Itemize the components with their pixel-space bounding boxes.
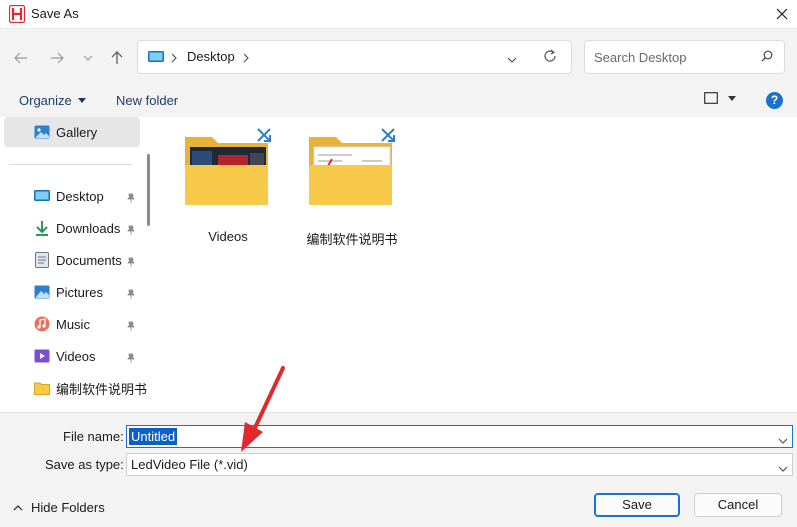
pin-icon xyxy=(126,223,136,238)
command-bar: Organize New folder ? xyxy=(0,84,797,117)
save-as-type-select[interactable]: LedVideo File (*.vid) xyxy=(126,453,793,476)
chevron-down-icon xyxy=(778,460,788,475)
pin-icon xyxy=(126,287,136,302)
sidebar-item-documents[interactable]: Documents xyxy=(34,249,122,271)
help-icon: ? xyxy=(770,93,779,107)
sidebar-item-pictures[interactable]: Pictures xyxy=(34,281,103,303)
sidebar-item-label: Documents xyxy=(56,252,122,268)
sidebar-item-manual-folder[interactable]: 编制软件说明书 xyxy=(34,377,147,399)
videos-icon xyxy=(34,348,50,364)
up-button[interactable] xyxy=(105,47,129,69)
sidebar-item-music[interactable]: Music xyxy=(34,313,90,335)
new-folder-button[interactable]: New folder xyxy=(116,93,178,108)
arrow-right-icon xyxy=(51,52,64,64)
sidebar-item-label: Desktop xyxy=(56,188,104,204)
arrow-left-icon xyxy=(14,52,27,64)
folder-icon xyxy=(34,380,50,396)
sidebar-item-label: 编制软件说明书 xyxy=(56,381,148,397)
folder-item-videos[interactable]: Videos xyxy=(178,125,278,245)
sidebar-divider xyxy=(9,164,132,165)
folder-icon xyxy=(309,128,395,205)
caret-down-icon xyxy=(77,98,86,103)
sidebar-item-videos[interactable]: Videos xyxy=(34,345,96,367)
chevron-down-icon[interactable] xyxy=(778,432,788,447)
chevron-up-icon xyxy=(13,504,23,510)
search-icon[interactable] xyxy=(761,50,773,65)
change-view-button[interactable] xyxy=(704,92,736,104)
desktop-icon xyxy=(34,188,50,204)
file-name-value: Untitled xyxy=(129,428,178,445)
chevron-right-icon xyxy=(171,51,177,66)
back-button[interactable] xyxy=(9,47,33,69)
window-title: Save As xyxy=(31,6,79,21)
save-options-panel: File name: Untitled Save as type: LedVid… xyxy=(0,412,797,527)
sidebar-item-desktop[interactable]: Desktop xyxy=(34,185,104,207)
save-as-type-value: LedVideo File (*.vid) xyxy=(131,457,248,472)
computer-icon xyxy=(148,51,164,66)
save-as-type-label: Save as type: xyxy=(45,457,124,472)
recent-locations-button[interactable] xyxy=(76,47,100,69)
folder-label: 编制软件说明书 xyxy=(306,232,398,247)
save-button[interactable]: Save xyxy=(594,493,680,517)
pin-icon xyxy=(126,351,136,366)
breadcrumb-desktop[interactable]: Desktop xyxy=(187,49,235,64)
forward-button[interactable] xyxy=(45,47,69,69)
refresh-button[interactable] xyxy=(543,49,557,66)
file-name-label: File name: xyxy=(63,429,124,444)
sidebar-item-label: Gallery xyxy=(56,124,98,140)
address-history-button[interactable] xyxy=(507,51,517,66)
hide-folders-button[interactable]: Hide Folders xyxy=(13,500,105,515)
pictures-icon xyxy=(34,284,50,300)
gallery-icon xyxy=(34,124,50,140)
folder-icon xyxy=(185,128,271,205)
sidebar-item-label: Videos xyxy=(56,348,96,364)
organize-label: Organize xyxy=(19,93,72,108)
sidebar-scrollbar[interactable] xyxy=(147,154,150,226)
help-button[interactable]: ? xyxy=(766,92,783,109)
sidebar-item-gallery[interactable]: Gallery xyxy=(4,117,140,147)
pin-icon xyxy=(126,255,136,270)
close-button[interactable] xyxy=(770,2,794,26)
navigation-bar: Desktop xyxy=(0,28,797,84)
sidebar-item-label: Music xyxy=(56,316,90,332)
chevron-down-icon xyxy=(83,55,93,61)
folder-label: Videos xyxy=(208,229,248,244)
pin-icon xyxy=(126,319,136,334)
caret-down-icon xyxy=(728,95,736,101)
breadcrumb-chevron-icon[interactable] xyxy=(243,51,249,66)
navigation-pane: Gallery Desktop Downloads Documents Pict… xyxy=(0,117,157,412)
arrow-up-icon xyxy=(111,51,123,64)
document-icon xyxy=(34,252,50,268)
chevron-down-icon xyxy=(507,57,517,63)
search-box[interactable] xyxy=(584,40,785,74)
music-icon xyxy=(34,316,50,332)
sidebar-item-label: Pictures xyxy=(56,284,103,300)
organize-button[interactable]: Organize xyxy=(19,93,86,108)
folder-item-manual[interactable]: 编制软件说明书 xyxy=(302,125,402,247)
sidebar-item-label: Downloads xyxy=(56,220,121,236)
cancel-button[interactable]: Cancel xyxy=(694,493,782,517)
title-bar: Save As xyxy=(0,0,797,28)
view-icon xyxy=(704,92,718,104)
app-logo-icon xyxy=(8,4,26,24)
close-icon xyxy=(776,8,788,20)
refresh-icon xyxy=(544,49,556,62)
file-list: Videos 编制软件说明书 xyxy=(157,117,797,412)
search-input[interactable] xyxy=(594,48,754,66)
download-icon xyxy=(34,220,50,236)
hide-folders-label: Hide Folders xyxy=(31,500,105,515)
address-bar[interactable]: Desktop xyxy=(137,40,572,74)
sidebar-item-downloads[interactable]: Downloads xyxy=(34,217,120,239)
pin-icon xyxy=(126,191,136,206)
file-name-field[interactable]: Untitled xyxy=(126,425,793,448)
